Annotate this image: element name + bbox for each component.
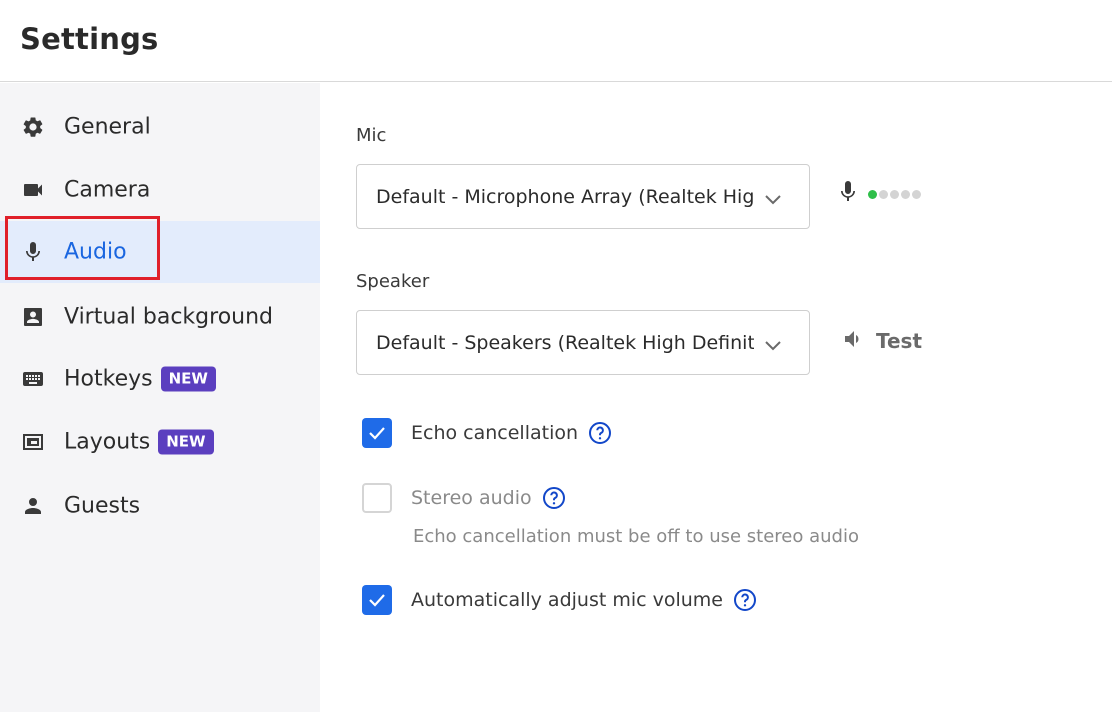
help-icon[interactable]	[542, 486, 566, 510]
microphone-icon	[836, 179, 860, 209]
sidebar-item-layouts[interactable]: Layouts NEW	[0, 411, 320, 473]
audio-settings-panel: Mic Default - Microphone Array (Realtek …	[320, 83, 1112, 712]
mic-level-meter	[836, 179, 921, 209]
sidebar-item-label-wrap: Layouts NEW	[64, 429, 214, 455]
auto-adjust-label: Automatically adjust mic volume	[411, 589, 723, 611]
sidebar-item-label: Hotkeys	[64, 366, 153, 392]
checkmark-icon	[369, 427, 385, 440]
keyboard-icon	[20, 366, 46, 392]
auto-adjust-checkbox[interactable]	[362, 585, 392, 615]
echo-cancellation-checkbox[interactable]	[362, 418, 392, 448]
chevron-down-icon	[763, 191, 783, 204]
microphone-icon	[20, 239, 46, 265]
mic-level-dot	[868, 189, 877, 199]
page-title: Settings	[20, 22, 159, 56]
sidebar-item-hotkeys[interactable]: Hotkeys NEW	[0, 348, 320, 410]
help-icon[interactable]	[733, 588, 757, 612]
new-badge: NEW	[158, 429, 214, 455]
echo-cancellation-row: Echo cancellation	[362, 418, 612, 448]
settings-header: Settings	[0, 0, 1112, 82]
portrait-icon	[20, 304, 46, 330]
mic-label: Mic	[356, 125, 387, 146]
sidebar-item-virtual-background[interactable]: Virtual background	[0, 286, 320, 348]
speaker-test-button[interactable]: Test	[842, 327, 922, 355]
stereo-audio-checkbox[interactable]	[362, 483, 392, 513]
speaker-select[interactable]: Default - Speakers (Realtek High Definit…	[356, 310, 810, 375]
test-label: Test	[876, 329, 923, 353]
new-badge: NEW	[160, 366, 216, 392]
stereo-audio-label: Stereo audio	[411, 487, 532, 509]
sidebar-item-general[interactable]: General	[0, 96, 320, 158]
sidebar-item-label: Guests	[64, 493, 141, 519]
layout-icon	[20, 429, 46, 455]
mic-select-value: Default - Microphone Array (Realtek High…	[376, 185, 754, 208]
sidebar-item-guests[interactable]: Guests	[0, 475, 320, 537]
chevron-down-icon	[763, 337, 783, 350]
sidebar-item-label-wrap: Hotkeys NEW	[64, 366, 216, 392]
gear-icon	[20, 114, 46, 140]
mic-level-dot	[890, 189, 899, 199]
sidebar-item-label: Layouts	[64, 429, 151, 455]
stereo-audio-hint: Echo cancellation must be off to use ste…	[413, 526, 859, 547]
speaker-label: Speaker	[356, 271, 430, 292]
mic-level-dots	[868, 189, 921, 199]
echo-cancellation-label: Echo cancellation	[411, 422, 579, 444]
sidebar: General Camera Audio Virtual background …	[0, 83, 320, 712]
sidebar-item-audio[interactable]: Audio	[0, 221, 320, 283]
mic-level-dot	[879, 189, 888, 199]
checkmark-icon	[369, 594, 385, 607]
sidebar-item-label: Virtual background	[64, 304, 273, 330]
mic-select[interactable]: Default - Microphone Array (Realtek High…	[356, 164, 810, 229]
speaker-select-value: Default - Speakers (Realtek High Definit…	[376, 331, 754, 354]
auto-adjust-row: Automatically adjust mic volume	[362, 585, 757, 615]
help-icon[interactable]	[588, 421, 612, 445]
mic-level-dot	[912, 189, 921, 199]
speaker-icon	[842, 327, 866, 355]
sidebar-item-label: Audio	[64, 239, 127, 265]
sidebar-item-camera[interactable]: Camera	[0, 159, 320, 221]
stereo-audio-row: Stereo audio	[362, 483, 566, 513]
video-camera-icon	[20, 177, 46, 203]
sidebar-item-label: General	[64, 114, 151, 140]
person-icon	[20, 493, 46, 519]
mic-level-dot	[901, 189, 910, 199]
sidebar-item-label: Camera	[64, 177, 151, 203]
